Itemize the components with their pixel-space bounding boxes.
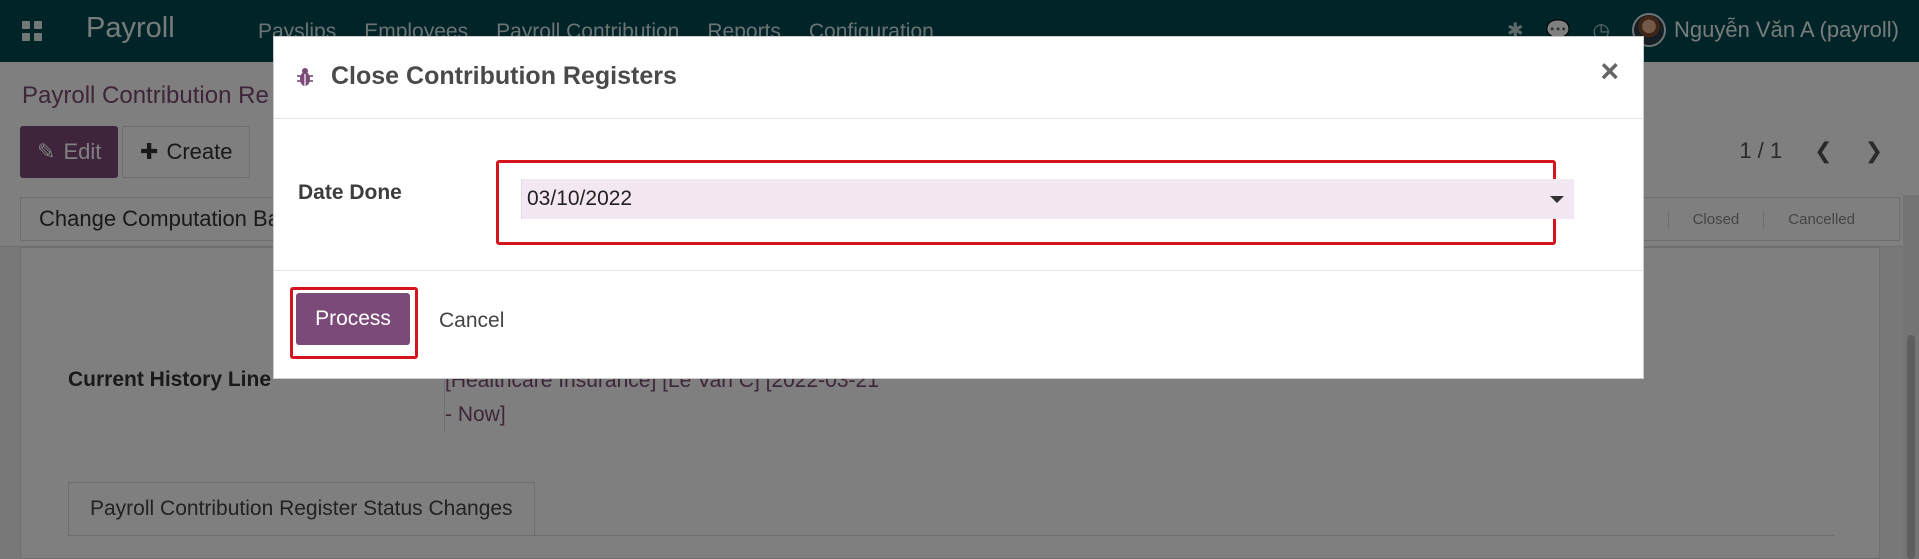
close-icon[interactable]: ×: [1600, 55, 1619, 87]
dialog-body: Date Done 03/10/2022: [274, 119, 1643, 271]
caret-down-icon[interactable]: [1550, 196, 1564, 203]
bug-icon: [297, 68, 313, 86]
cancel-button[interactable]: Cancel: [439, 309, 504, 333]
date-done-input[interactable]: 03/10/2022: [521, 179, 1574, 219]
process-button[interactable]: Process: [296, 293, 410, 345]
dialog-header: Close Contribution Registers ×: [274, 37, 1643, 119]
date-done-label: Date Done: [298, 181, 402, 204]
date-highlight-frame: 03/10/2022: [496, 160, 1574, 245]
date-done-value: 03/10/2022: [527, 187, 633, 210]
dialog-title: Close Contribution Registers: [331, 62, 677, 90]
close-registers-dialog: Close Contribution Registers × Date Done…: [273, 36, 1644, 379]
